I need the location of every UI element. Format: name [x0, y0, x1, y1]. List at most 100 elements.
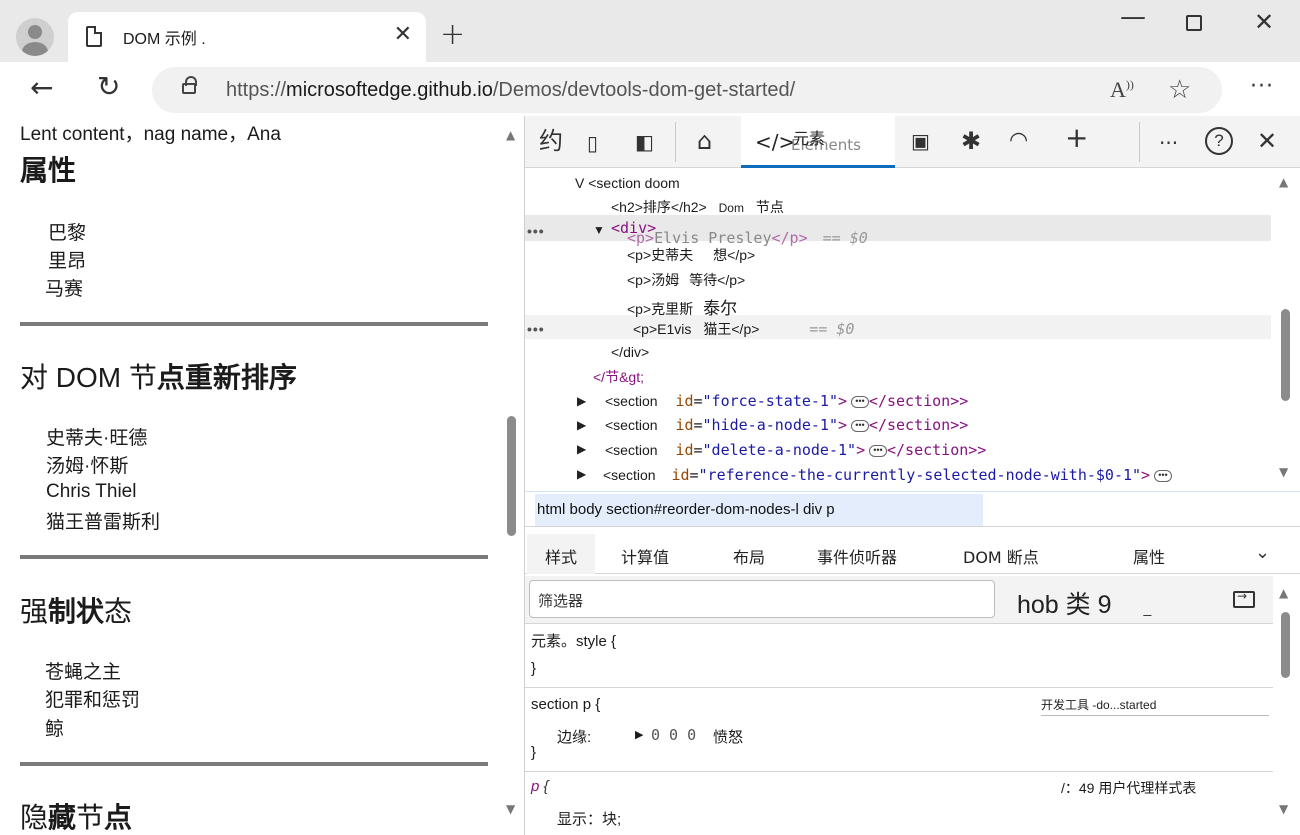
style-close-brace: }	[531, 660, 537, 677]
tab-title: DOM 示例 .	[123, 31, 206, 48]
new-style-rule-icon[interactable]	[1233, 589, 1255, 608]
scroll-down-icon[interactable]: ▼	[1279, 802, 1288, 816]
code-brackets-icon: </>	[755, 130, 796, 154]
dock-side-icon[interactable]: ◧	[635, 129, 654, 155]
styles-scrollbar[interactable]: ▲ ▼	[1273, 576, 1299, 835]
styles-filter-input[interactable]: 筛选器	[529, 580, 995, 618]
favorite-star-icon[interactable]: ☆	[1168, 75, 1191, 105]
address-bar[interactable]: https://microsoftedge.github.io/Demos/de…	[152, 67, 1222, 113]
scroll-down-icon[interactable]: ▼	[506, 802, 515, 816]
hov-cls-toggles[interactable]: hob 类 9 _	[1017, 585, 1151, 621]
network-wifi-icon[interactable]: ◠	[1009, 128, 1028, 154]
devtools-close-icon[interactable]: ✕	[1257, 128, 1277, 154]
style-selector[interactable]: p {	[531, 778, 549, 795]
list-item: 猫王普雷斯利	[46, 512, 161, 533]
list-item: 鲸	[45, 719, 65, 740]
title-bar: DOM 示例 . ✕ + — ✕	[0, 0, 1300, 62]
dom-node-section-close[interactable]: </节&gt;	[593, 367, 644, 387]
style-selector[interactable]: section p {	[531, 696, 600, 713]
dom-node-p[interactable]: <p>史蒂夫 想</p>	[627, 245, 755, 265]
expand-triangle-icon[interactable]: ▶	[635, 728, 643, 741]
devtools-toolbar: 约 ▯ ◧ ⌂ </> Elements 元素 ▣ ✱ ◠ + ··· ? ✕	[525, 116, 1300, 168]
devtools-panel: 约 ▯ ◧ ⌂ </> Elements 元素 ▣ ✱ ◠ + ··· ? ✕ …	[524, 116, 1300, 835]
tab-layout[interactable]: 布局	[733, 544, 765, 568]
style-property[interactable]: 显示：块;	[557, 808, 621, 829]
tab-properties[interactable]: 属性	[1133, 544, 1165, 568]
ellipsis-badge[interactable]: •••	[850, 420, 869, 433]
style-property-value[interactable]: 0 0 0	[651, 726, 696, 744]
section-divider	[20, 762, 488, 766]
ellipsis-badge[interactable]: •••	[868, 445, 887, 458]
scroll-thumb[interactable]	[507, 416, 516, 536]
window-close-icon[interactable]: ✕	[1254, 8, 1274, 36]
node-actions-dots[interactable]: •••	[527, 223, 545, 239]
minimize-icon[interactable]: —	[1120, 2, 1146, 32]
tab-computed[interactable]: 计算值	[621, 544, 669, 568]
section-divider	[20, 322, 488, 326]
tab-elements-label: 元素	[793, 129, 826, 148]
page-top-text: Lent content，nag name，Ana	[20, 124, 281, 145]
new-tab-icon[interactable]: +	[440, 20, 465, 50]
device-emulation-icon[interactable]: ▯	[587, 130, 598, 156]
refresh-icon[interactable]: ↻	[97, 72, 120, 102]
dom-tree: V <section doom <h2>排序</h2> Dom 节点 ••• ▼…	[525, 169, 1273, 491]
expand-triangle-icon[interactable]: ▶	[577, 467, 586, 481]
scroll-up-icon[interactable]: ▲	[1279, 586, 1288, 600]
help-icon[interactable]: ?	[1205, 127, 1233, 155]
ellipsis-badge[interactable]: •••	[1153, 470, 1172, 483]
maximize-icon[interactable]	[1186, 15, 1202, 31]
scroll-thumb[interactable]	[1281, 309, 1290, 401]
tab-event-listeners[interactable]: 事件侦听器	[817, 544, 897, 568]
style-property-value-tail: 愤怒	[713, 729, 744, 746]
document-icon	[86, 26, 102, 47]
ellipsis-badge[interactable]: •••	[850, 396, 869, 409]
dom-node-section-reference[interactable]: <section id="reference-the-currently-sel…	[603, 466, 1172, 484]
more-tools-plus-icon[interactable]: +	[1065, 124, 1088, 152]
dom-node-p[interactable]: <p>汤姆 等待</p>	[627, 270, 745, 290]
dom-node-section[interactable]: V <section doom	[575, 175, 680, 191]
toolbar-separator	[1139, 122, 1140, 162]
home-icon[interactable]: ⌂	[697, 128, 712, 154]
lock-icon[interactable]	[182, 76, 197, 94]
dom-tree-scrollbar[interactable]: ▲ ▼	[1273, 169, 1299, 491]
chevron-down-icon[interactable]: ⌄	[1255, 542, 1270, 563]
read-aloud-icon[interactable]: A))	[1110, 77, 1134, 103]
style-selector[interactable]: 元素。style {	[531, 630, 616, 651]
back-arrow-icon[interactable]: ←	[30, 74, 53, 102]
collapse-triangle-icon[interactable]: ▼	[593, 223, 605, 237]
inspect-glyph[interactable]: 约	[539, 128, 563, 154]
style-property-name[interactable]: 边缘:	[557, 726, 591, 747]
dom-node-div-close[interactable]: </div>	[611, 344, 649, 360]
url-text[interactable]: https://microsoftedge.github.io/Demos/de…	[226, 79, 795, 102]
tab-dom-breakpoints[interactable]: DOM 断点	[963, 544, 1039, 568]
tab-close-icon[interactable]: ✕	[394, 24, 412, 46]
style-source-link[interactable]: 开发工具 -do...started	[1041, 696, 1269, 716]
dom-node-section-force-state[interactable]: <section id="force-state-1"> ••• </sectio…	[605, 392, 968, 410]
expand-triangle-icon[interactable]: ▶	[577, 442, 586, 456]
breadcrumb-text[interactable]: html body section#reorder-dom-nodes-l di…	[537, 501, 835, 518]
styles-subtabs: 样式 计算值 布局 事件侦听器 DOM 断点 属性 ⌄	[525, 534, 1300, 574]
tab-styles[interactable]: 样式	[527, 534, 596, 574]
dom-node-section-hide-node[interactable]: <section id="hide-a-node-1"> ••• </sectio…	[605, 416, 968, 434]
style-rule-element: 元素。style { }	[525, 624, 1273, 688]
expand-triangle-icon[interactable]: ▶	[577, 418, 586, 432]
scroll-thumb[interactable]	[1281, 612, 1290, 678]
scroll-up-icon[interactable]: ▲	[506, 128, 515, 142]
browser-menu-icon[interactable]: ···	[1250, 74, 1274, 99]
scroll-up-icon[interactable]: ▲	[1279, 175, 1288, 189]
dom-node-h2[interactable]: <h2>排序</h2> Dom 节点	[611, 197, 784, 217]
customize-menu-icon[interactable]: ···	[1159, 130, 1178, 156]
node-actions-dots[interactable]: •••	[527, 321, 545, 337]
dom-node-section-delete-node[interactable]: <section id="delete-a-node-1"> ••• </sect…	[605, 441, 986, 459]
expand-triangle-icon[interactable]: ▶	[577, 394, 586, 408]
console-icon[interactable]: ▣	[911, 128, 930, 154]
page-viewport: Lent content，nag name，Ana 属性 巴黎 里昂 马赛 对 …	[0, 116, 522, 835]
bug-icon[interactable]: ✱	[961, 128, 981, 154]
page-scrollbar[interactable]: ▲ ▼	[502, 116, 522, 835]
browser-tab[interactable]: DOM 示例 . ✕	[68, 12, 426, 62]
dom-node-p[interactable]: <p>克里斯 泰尔	[627, 294, 737, 319]
scroll-down-icon[interactable]: ▼	[1279, 465, 1288, 479]
profile-avatar-icon[interactable]	[16, 18, 54, 56]
tab-elements[interactable]: </> Elements 元素	[741, 116, 895, 168]
dom-node-p[interactable]: <p>E1vis 猫王</p> == $0	[633, 319, 854, 339]
